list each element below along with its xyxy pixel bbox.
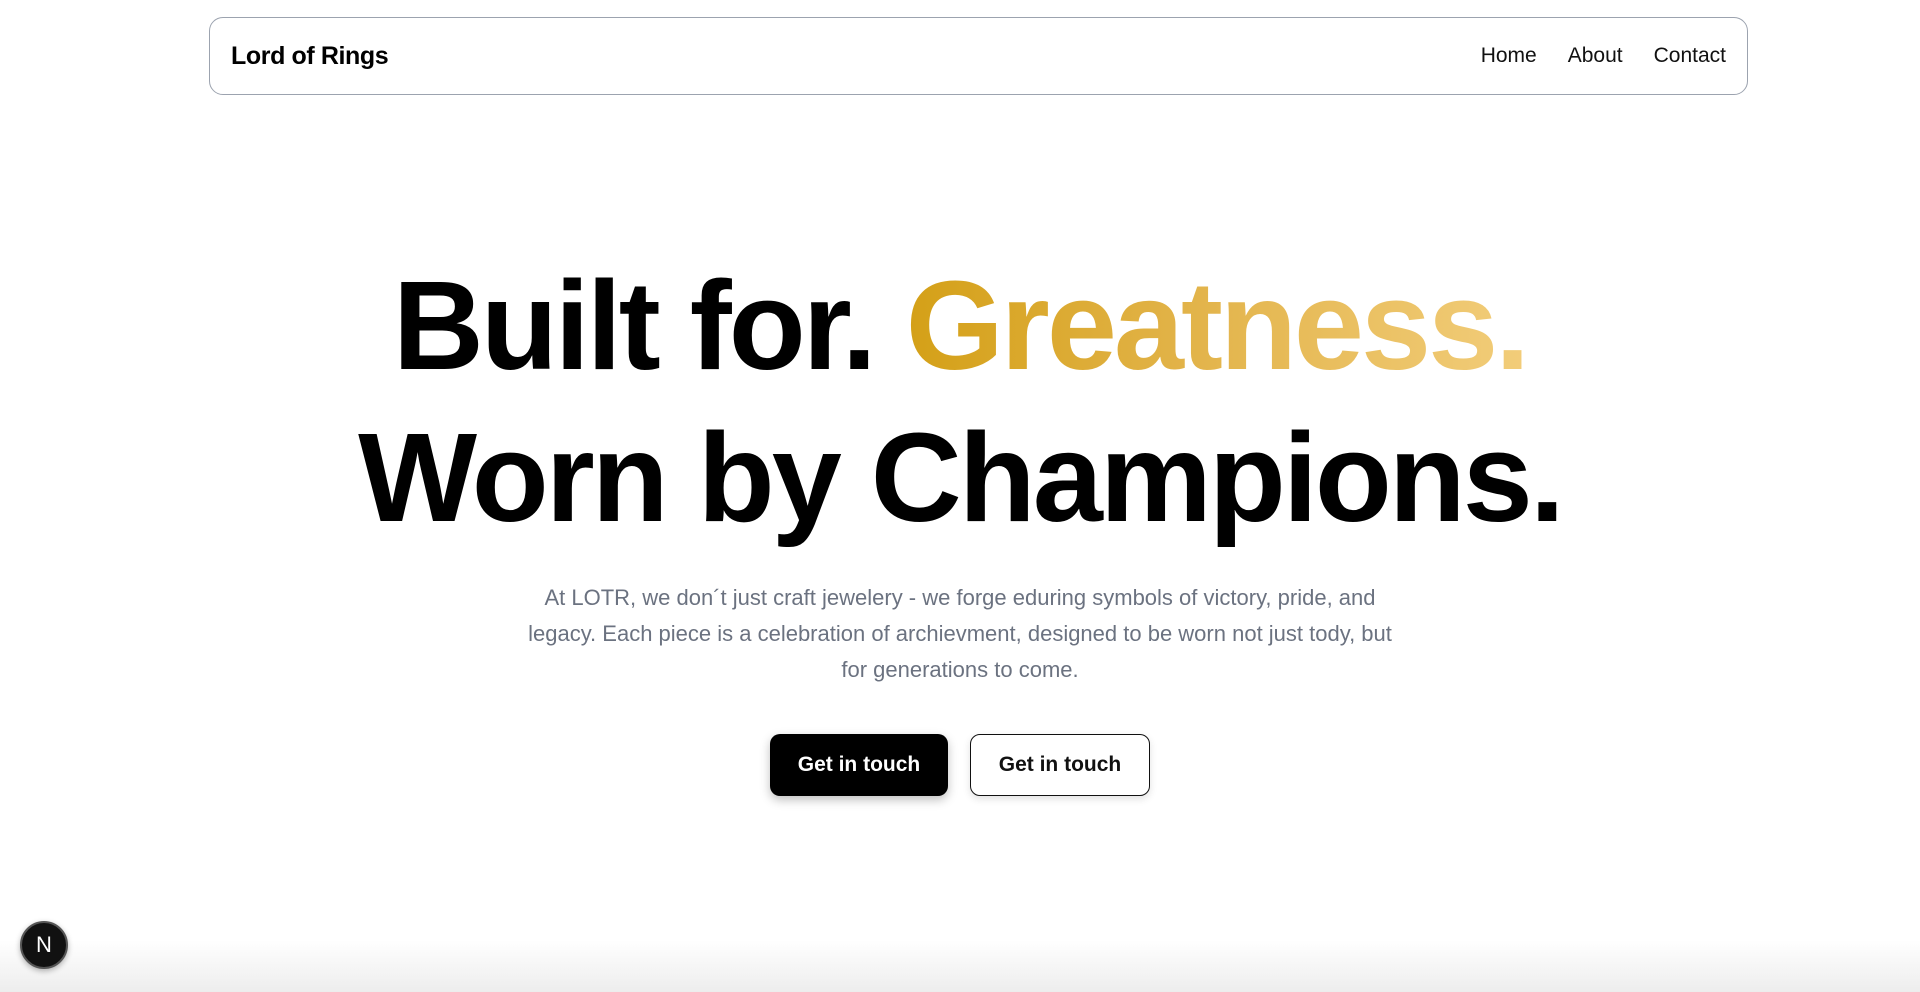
nav-link-about[interactable]: About [1568,44,1623,68]
cta-row: Get in touch Get in touch [0,734,1920,796]
bottom-fade [0,940,1920,992]
hero-description: At LOTR, we don´t just craft jewelery - … [528,585,1392,682]
get-in-touch-secondary-button[interactable]: Get in touch [970,734,1150,796]
nav-links: Home About Contact [1481,44,1726,68]
hero-section: Built for. Greatness. Worn by Champions.… [0,250,1920,796]
headline-line-1: Built for. Greatness. [0,250,1920,402]
nav-link-home[interactable]: Home [1481,44,1537,68]
nextjs-icon[interactable]: N [20,921,68,969]
hero-headline: Built for. Greatness. Worn by Champions. [0,250,1920,554]
get-in-touch-primary-button[interactable]: Get in touch [770,734,948,796]
dev-badge-label: N [36,932,52,957]
headline-line-2: Worn by Champions. [358,407,1565,548]
nav-link-contact[interactable]: Contact [1654,44,1726,68]
headline-plain: Built for. [392,255,906,396]
navbar: Lord of Rings Home About Contact [209,17,1748,95]
page: Lord of Rings Home About Contact Built f… [0,0,1920,992]
brand-logo[interactable]: Lord of Rings [231,42,389,71]
headline-accent: Greatness. [905,255,1530,396]
